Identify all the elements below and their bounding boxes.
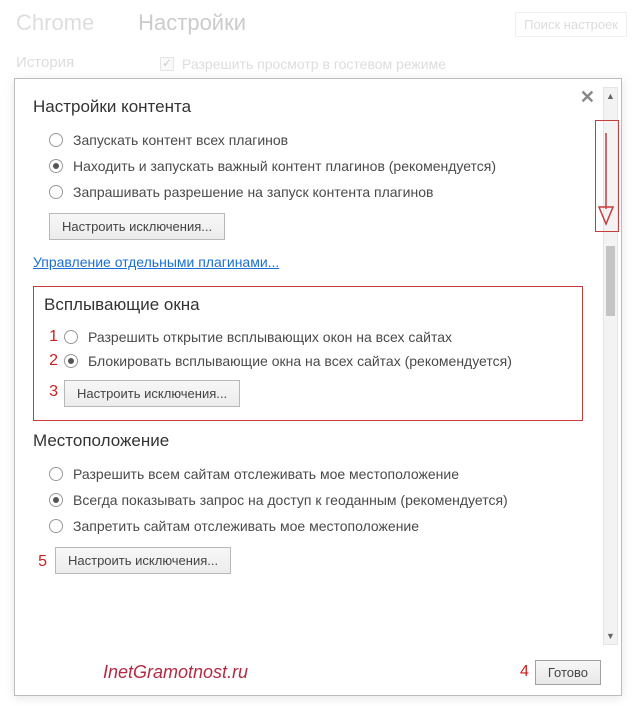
plugins-exceptions-button[interactable]: Настроить исключения... — [49, 213, 225, 240]
app-name: Chrome — [16, 10, 94, 35]
popups-heading: Всплывающие окна — [44, 295, 572, 315]
radio-icon[interactable] — [49, 467, 63, 481]
annotation-1: 1 — [44, 328, 58, 346]
search-input[interactable]: Поиск настроек — [515, 12, 627, 37]
scroll-up-icon[interactable]: ▲ — [604, 88, 617, 104]
radio-label: Запускать контент всех плагинов — [73, 132, 288, 148]
annotation-5: 5 — [33, 553, 47, 571]
plugins-opt-detect[interactable]: Находить и запускать важный контент плаг… — [33, 153, 583, 179]
radio-icon[interactable] — [64, 354, 78, 368]
annotation-4: 4 — [520, 663, 529, 681]
plugins-opt-run-all[interactable]: Запускать контент всех плагинов — [33, 127, 583, 153]
radio-label: Всегда показывать запрос на доступ к гео… — [73, 492, 508, 508]
popups-opt-allow[interactable]: Разрешить открытие всплывающих окон на в… — [60, 329, 572, 345]
scroll-thumb[interactable] — [606, 246, 615, 316]
location-opt-ask[interactable]: Всегда показывать запрос на доступ к гео… — [33, 487, 583, 513]
scroll-down-icon[interactable]: ▼ — [604, 628, 617, 644]
watermark: InetGramotnost.ru — [103, 662, 248, 683]
radio-icon[interactable] — [49, 159, 63, 173]
radio-label: Запретить сайтам отслеживать мое местопо… — [73, 518, 419, 534]
page-title: Настройки — [138, 10, 246, 35]
annotation-3: 3 — [44, 383, 58, 401]
location-exceptions-button[interactable]: Настроить исключения... — [55, 547, 231, 574]
popups-opt-block[interactable]: Блокировать всплывающие окна на всех сай… — [60, 353, 572, 369]
radio-label: Разрешить всем сайтам отслеживать мое ме… — [73, 466, 459, 482]
location-opt-block[interactable]: Запретить сайтам отслеживать мое местопо… — [33, 513, 583, 539]
radio-icon[interactable] — [49, 493, 63, 507]
radio-icon[interactable] — [49, 133, 63, 147]
annotation-2: 2 — [44, 352, 58, 370]
checkbox-icon[interactable] — [160, 57, 174, 71]
radio-label: Находить и запускать важный контент плаг… — [73, 158, 496, 174]
guest-mode-row: Разрешить просмотр в гостевом режиме — [160, 56, 446, 72]
location-opt-allow[interactable]: Разрешить всем сайтам отслеживать мое ме… — [33, 461, 583, 487]
radio-label: Блокировать всплывающие окна на всех сай… — [88, 353, 512, 369]
content-settings-dialog: ✕ ▲ ▼ Настройки контента Запускать конте… — [14, 78, 622, 696]
dialog-footer: InetGramotnost.ru 4 Готово — [15, 649, 621, 695]
popups-exceptions-button[interactable]: Настроить исключения... — [64, 380, 240, 407]
manage-plugins-link[interactable]: Управление отдельными плагинами... — [33, 254, 279, 270]
popups-section-highlight: Всплывающие окна 1 Разрешить открытие вс… — [33, 286, 583, 421]
done-button[interactable]: Готово — [535, 660, 601, 685]
plugins-opt-ask[interactable]: Запрашивать разрешение на запуск контент… — [33, 179, 583, 205]
radio-icon[interactable] — [49, 519, 63, 533]
radio-icon[interactable] — [64, 330, 78, 344]
radio-label: Разрешить открытие всплывающих окон на в… — [88, 329, 452, 345]
dialog-title: Настройки контента — [33, 97, 583, 117]
radio-label: Запрашивать разрешение на запуск контент… — [73, 184, 433, 200]
guest-mode-label: Разрешить просмотр в гостевом режиме — [182, 56, 446, 72]
location-heading: Местоположение — [33, 431, 583, 451]
radio-icon[interactable] — [49, 185, 63, 199]
